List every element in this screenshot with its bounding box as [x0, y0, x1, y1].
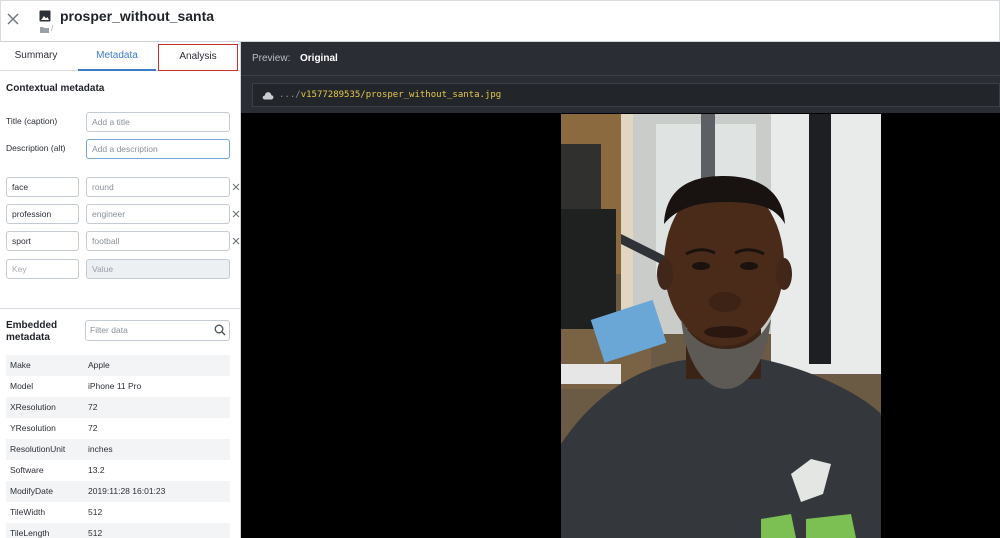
meta-key: ModifyDate [10, 486, 53, 496]
table-row: TileLength 512 [6, 523, 230, 538]
asset-header: prosper_without_santa / [0, 0, 1000, 42]
asset-title: prosper_without_santa [60, 8, 215, 24]
meta-key: ResolutionUnit [10, 444, 66, 454]
metadata-key-input[interactable]: sport [6, 231, 79, 251]
folder-icon [40, 27, 49, 33]
embedded-metadata-heading: Embedded metadata [6, 320, 58, 343]
search-icon[interactable] [214, 324, 226, 336]
table-row: TileWidth 512 [6, 502, 230, 523]
tab-summary[interactable]: Summary [0, 42, 72, 71]
table-row: Make Apple [6, 355, 230, 376]
meta-value: 13.2 [88, 465, 105, 475]
meta-key: TileLength [10, 528, 50, 538]
tab-metadata[interactable]: Metadata [78, 42, 156, 71]
meta-value: 72 [88, 423, 98, 433]
meta-value: 512 [88, 507, 103, 517]
table-row: YResolution 72 [6, 418, 230, 439]
meta-value: inches [88, 444, 113, 454]
table-row: XResolution 72 [6, 397, 230, 418]
table-row: ResolutionUnit inches [6, 439, 230, 460]
description-input[interactable]: Add a description [86, 139, 230, 159]
meta-value: Apple [88, 360, 110, 370]
meta-key: Model [10, 381, 34, 391]
title-input[interactable]: Add a title [86, 112, 230, 132]
url-prefix: .../ [279, 90, 301, 100]
table-row: Model iPhone 11 Pro [6, 376, 230, 397]
filter-input[interactable]: Filter data [85, 320, 230, 341]
contextual-metadata-heading: Contextual metadata [6, 83, 105, 94]
metadata-key-input[interactable]: face [6, 177, 79, 197]
new-key-input[interactable]: Key [6, 259, 79, 279]
description-label: Description (alt) [6, 143, 66, 153]
metadata-value-input[interactable]: football [86, 231, 230, 251]
table-row: ModifyDate 2019:11:28 16:01:23 [6, 481, 230, 502]
preview-canvas [241, 113, 1000, 538]
preview-toolbar: Preview: Original [241, 42, 1000, 76]
meta-value: 2019:11:28 16:01:23 [88, 486, 166, 496]
tab-bar: Summary Metadata Analysis [0, 42, 240, 71]
folder-path[interactable]: / [51, 24, 53, 33]
preview-mode[interactable]: Original [300, 53, 338, 64]
preview-label: Preview: [252, 53, 291, 64]
preview-panel: Preview: Original .../v1577289535/prospe… [241, 42, 1000, 538]
tab-analysis[interactable]: Analysis [158, 44, 238, 71]
close-icon[interactable] [5, 11, 21, 27]
meta-key: Software [10, 465, 44, 475]
image-file-icon [39, 10, 51, 22]
remove-icon[interactable] [232, 237, 240, 245]
details-panel: Summary Metadata Analysis Contextual met… [0, 42, 241, 538]
meta-key: XResolution [10, 402, 56, 412]
metadata-value-input[interactable]: round [86, 177, 230, 197]
table-row: Software 13.2 [6, 460, 230, 481]
asset-url-bar[interactable]: .../v1577289535/prosper_without_santa.jp… [252, 83, 1000, 107]
remove-icon[interactable] [232, 183, 240, 191]
meta-value: 72 [88, 402, 98, 412]
asset-url[interactable]: .../v1577289535/prosper_without_santa.jp… [279, 90, 501, 100]
meta-key: YResolution [10, 423, 56, 433]
preview-image [561, 114, 881, 538]
meta-key: TileWidth [10, 507, 46, 517]
title-label: Title (caption) [6, 116, 58, 126]
metadata-key-input[interactable]: profession [6, 204, 79, 224]
meta-value: 512 [88, 528, 103, 538]
meta-value: iPhone 11 Pro [88, 381, 142, 391]
cloud-icon [262, 92, 274, 100]
metadata-value-input[interactable]: engineer [86, 204, 230, 224]
url-path: v1577289535/prosper_without_santa.jpg [300, 90, 502, 100]
section-divider [0, 308, 240, 309]
meta-key: Make [10, 360, 31, 370]
new-value-input[interactable]: Value [86, 259, 230, 279]
remove-icon[interactable] [232, 210, 240, 218]
